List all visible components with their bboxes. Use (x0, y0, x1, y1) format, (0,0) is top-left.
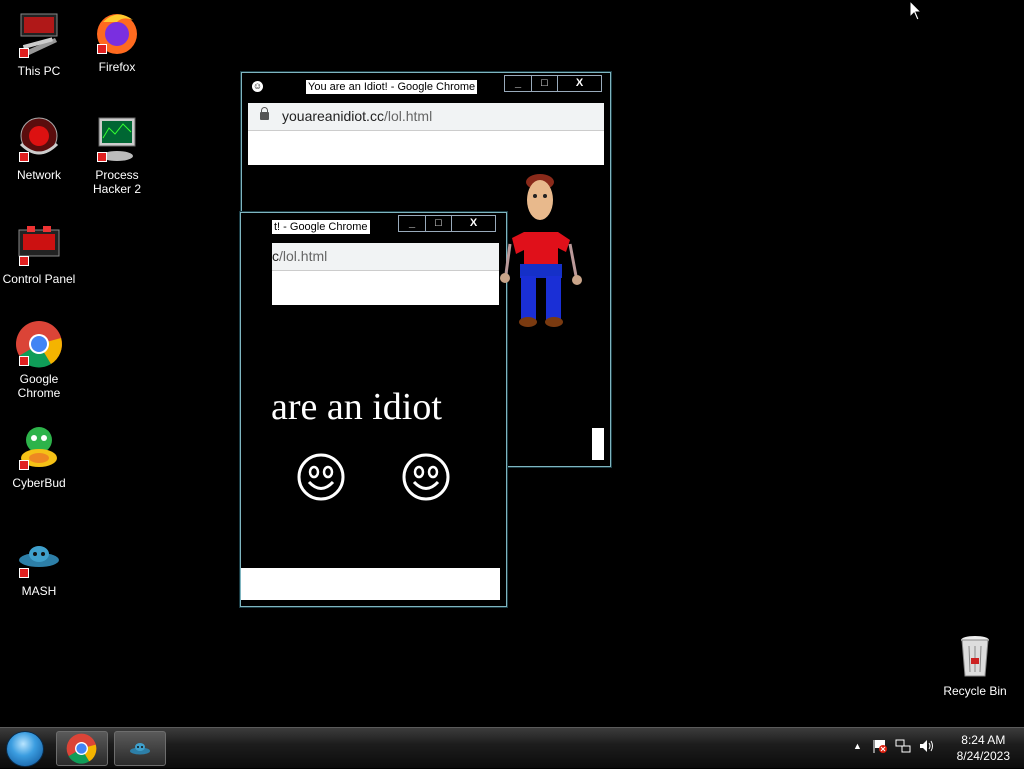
desktop-icon-label: Network (16, 168, 61, 182)
desktop-icon-google-chrome[interactable]: Google Chrome (0, 320, 78, 400)
tray-overflow-icon[interactable]: ▲ (853, 741, 862, 751)
smiley-face-icon (402, 453, 450, 506)
chrome-icon (15, 320, 63, 368)
desktop-icon-control-panel[interactable]: Control Panel (0, 220, 78, 286)
desktop-icon-label: Process Hacker 2 (92, 168, 142, 196)
taskbar: ▲ 8:24 AM 8/24/2023 (0, 727, 1024, 768)
taskbar-mash-button[interactable] (114, 731, 166, 766)
page-bottom-band (241, 568, 500, 600)
desktop-icon-label: CyberBud (12, 476, 66, 490)
start-button[interactable] (6, 731, 44, 767)
desktop-icon-mash[interactable]: MASH (0, 532, 78, 598)
desktop-icon-recycle-bin[interactable]: Recycle Bin (936, 632, 1014, 698)
lock-icon (260, 107, 269, 120)
minimize-button[interactable]: _ (505, 76, 531, 91)
system-tray: ▲ 8:24 AM 8/24/2023 (834, 728, 1024, 768)
window-controls: _ □ X (398, 215, 496, 232)
maximize-button[interactable]: □ (425, 216, 451, 231)
firefox-icon (93, 8, 141, 56)
clock-time: 8:24 AM (961, 733, 1006, 747)
desktop-icon-firefox[interactable]: Firefox (78, 8, 156, 74)
url-domain: c (272, 248, 279, 264)
page-border-right (592, 428, 604, 460)
clock-date: 8/24/2023 (956, 749, 1010, 763)
desktop-icon-label: This PC (17, 64, 61, 78)
close-button[interactable]: X (451, 216, 495, 231)
taskbar-clock[interactable]: 8:24 AM 8/24/2023 (957, 732, 1010, 764)
desktop-icon-label: Control Panel (2, 272, 76, 286)
desktop-icon-cyberbud[interactable]: CyberBud (0, 424, 78, 490)
volume-icon[interactable] (918, 738, 934, 757)
url-path: /lol.html (279, 248, 328, 264)
window-title: You are an Idiot! - Google Chrome (306, 80, 478, 94)
computer-icon (15, 12, 63, 60)
network-icon (15, 116, 63, 164)
minimize-button[interactable]: _ (399, 216, 425, 231)
desktop-icon-label: Google Chrome (17, 372, 61, 400)
desktop-mascot-character[interactable] (496, 172, 588, 332)
desktop-icon-network[interactable]: Network (0, 116, 78, 182)
desktop-icon-process-hacker[interactable]: Process Hacker 2 (78, 116, 156, 196)
address-bar[interactable]: c/lol.html (272, 243, 499, 271)
toolbar-area (248, 131, 604, 165)
page-message: are an idiot (271, 386, 442, 428)
maximize-button[interactable]: □ (531, 76, 557, 91)
process-hacker-icon (93, 116, 141, 164)
url-path: /lol.html (383, 108, 433, 124)
url-domain: youareanidiot.cc (282, 108, 384, 124)
window-titlebar[interactable]: ☺ You are an Idiot! - Google Chrome _ □ … (242, 73, 610, 101)
desktop-icon-label: Recycle Bin (943, 684, 1007, 698)
browser-window-front[interactable]: t! - Google Chrome _ □ X c/lol.html are … (240, 212, 507, 607)
smiley-face-icon (297, 453, 345, 506)
cyberbud-icon (15, 424, 63, 472)
close-button[interactable]: X (557, 76, 601, 91)
mouse-cursor-icon (909, 0, 923, 27)
action-center-flag-icon[interactable] (872, 738, 888, 757)
mash-icon (127, 736, 153, 765)
recycle-bin-icon (951, 632, 999, 680)
address-bar[interactable]: youareanidiot.cc/lol.html (248, 103, 604, 131)
window-titlebar[interactable]: t! - Google Chrome _ □ X (241, 213, 506, 241)
mash-icon (15, 532, 63, 580)
taskbar-chrome-button[interactable] (56, 731, 108, 766)
network-tray-icon[interactable] (895, 738, 911, 757)
window-controls: _ □ X (504, 75, 602, 92)
toolbar-area (272, 271, 499, 305)
desktop-icon-label: Firefox (98, 60, 136, 74)
desktop-icon-this-pc[interactable]: This PC (0, 12, 78, 78)
chrome-icon (66, 733, 97, 769)
window-title: t! - Google Chrome (272, 220, 370, 234)
control-panel-icon (15, 220, 63, 268)
smiley-icon: ☺ (252, 81, 263, 92)
desktop-icon-label: MASH (21, 584, 57, 598)
